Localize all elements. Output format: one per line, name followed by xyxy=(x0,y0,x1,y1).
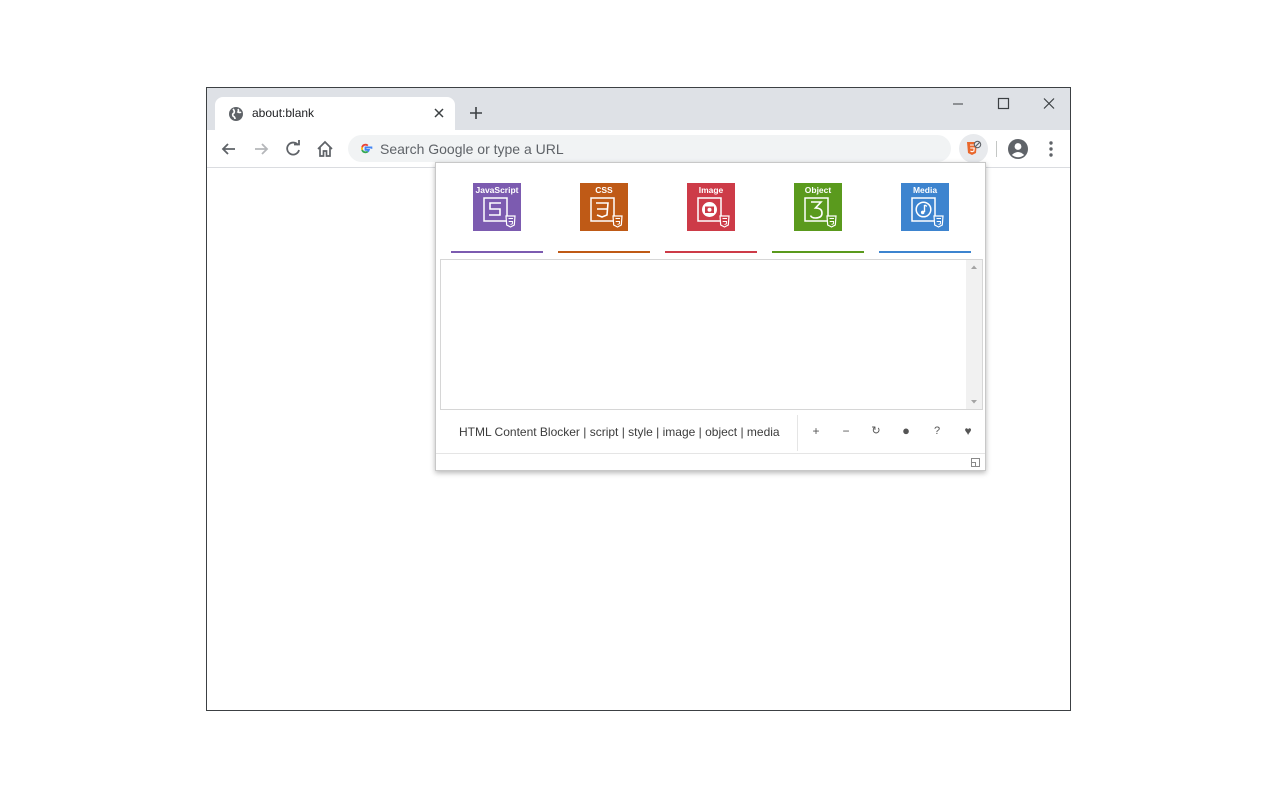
category-object[interactable]: Object xyxy=(772,163,864,254)
omnibox[interactable] xyxy=(348,135,951,162)
tab-strip: about:blank xyxy=(207,88,1070,130)
category-css[interactable]: CSS xyxy=(558,163,650,254)
reload-button[interactable]: ↻ xyxy=(866,421,886,441)
javascript-underline xyxy=(451,251,543,253)
toggle-button[interactable]: ● xyxy=(896,421,916,441)
image-label: Image xyxy=(699,185,724,195)
css-underline xyxy=(558,251,650,253)
html-content-blocker-extension-button[interactable] xyxy=(959,134,988,163)
forward-icon[interactable] xyxy=(251,139,271,159)
add-button[interactable]: + xyxy=(806,421,826,441)
support-heart-button[interactable]: ♥ xyxy=(958,421,978,441)
object-label: Object xyxy=(805,185,832,195)
close-tab-icon[interactable] xyxy=(433,107,445,119)
extension-footer-text: HTML Content Blocker | script | style | … xyxy=(459,425,780,439)
object-tile: Object xyxy=(794,183,842,231)
category-javascript[interactable]: JavaScript xyxy=(451,163,543,254)
minimize-icon[interactable] xyxy=(948,96,968,112)
css-label: CSS xyxy=(595,185,613,195)
google-g-icon xyxy=(361,143,373,154)
scroll-down-arrow-icon[interactable] xyxy=(966,395,982,409)
tab-title: about:blank xyxy=(252,106,315,120)
extension-popup: JavaScript CSS Image Object Media HTML C… xyxy=(435,162,986,471)
reload-icon[interactable] xyxy=(283,139,303,159)
address-input[interactable] xyxy=(380,135,940,162)
home-icon[interactable] xyxy=(315,139,335,159)
media-underline xyxy=(879,251,971,253)
back-icon[interactable] xyxy=(219,139,239,159)
category-media[interactable]: Media xyxy=(879,163,971,254)
javascript-tile: JavaScript xyxy=(473,183,521,231)
globe-icon xyxy=(229,107,243,121)
maximize-icon[interactable] xyxy=(993,96,1013,112)
media-label: Media xyxy=(913,185,937,195)
image-tile: Image xyxy=(687,183,735,231)
help-button[interactable]: ? xyxy=(927,421,947,441)
category-image[interactable]: Image xyxy=(665,163,757,254)
resize-handle-icon[interactable] xyxy=(971,458,980,467)
more-menu-icon[interactable] xyxy=(1041,139,1061,159)
list-scrollbar[interactable] xyxy=(966,260,982,409)
close-window-icon[interactable] xyxy=(1039,96,1059,112)
tab-about-blank[interactable]: about:blank xyxy=(215,97,455,130)
profile-avatar-icon[interactable] xyxy=(1007,138,1029,160)
popup-bottom-bar xyxy=(436,453,985,471)
remove-button[interactable]: − xyxy=(836,421,856,441)
scroll-up-arrow-icon[interactable] xyxy=(966,260,982,274)
image-underline xyxy=(665,251,757,253)
blocked-items-list[interactable] xyxy=(440,259,983,410)
css-tile: CSS xyxy=(580,183,628,231)
object-underline xyxy=(772,251,864,253)
new-tab-icon[interactable] xyxy=(469,106,483,120)
media-tile: Media xyxy=(901,183,949,231)
shield-icon xyxy=(967,140,982,155)
javascript-label: JavaScript xyxy=(476,185,519,195)
toolbar-separator xyxy=(996,141,997,157)
footer-separator xyxy=(797,415,798,451)
